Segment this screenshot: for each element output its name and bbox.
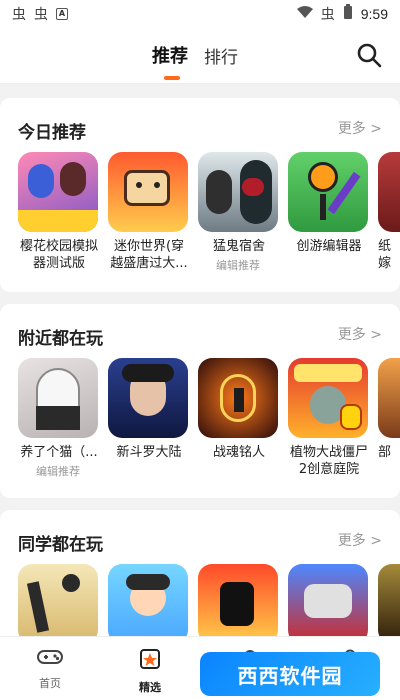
app-icon	[198, 152, 278, 232]
app-item[interactable]: 养了个猫（... 编辑推荐	[18, 358, 98, 479]
app-icon	[108, 564, 188, 644]
nav-home[interactable]: 首页	[10, 647, 90, 691]
app-item[interactable]: 迷你世界(穿越盛唐过大...	[108, 152, 188, 272]
clock: 9:59	[360, 6, 388, 22]
nav-featured[interactable]: 精选	[110, 647, 190, 695]
bug-icon: 虫	[320, 7, 335, 23]
top-bar: 推荐 排行	[0, 28, 400, 84]
app-row: 樱花校园模拟器测试版 迷你世界(穿越盛唐过大... 猛鬼宿舍 编辑推荐 创游编辑…	[18, 152, 400, 302]
app-name: 猛鬼宿舍	[212, 239, 265, 254]
app-item[interactable]	[108, 564, 188, 644]
app-icon	[18, 564, 98, 644]
section-title: 同学都在玩	[18, 535, 103, 555]
app-item[interactable]	[378, 564, 400, 644]
more-link[interactable]: 更多 >	[338, 324, 382, 344]
app-item[interactable]: 创游编辑器	[288, 152, 368, 255]
a-icon: A	[56, 8, 68, 20]
app-row: 养了个猫（... 编辑推荐 新斗罗大陆 战魂铭人 植物大战僵尸2创意庭院 部	[18, 358, 400, 508]
app-icon	[378, 564, 400, 644]
gamepad-icon	[10, 647, 90, 671]
app-item[interactable]: 部	[378, 358, 400, 461]
app-item[interactable]: 战魂铭人	[198, 358, 278, 461]
app-icon	[378, 152, 400, 232]
editor-pick-tag: 编辑推荐	[36, 465, 80, 478]
app-icon	[288, 564, 368, 644]
bug-icon: 虫	[12, 7, 26, 23]
app-item[interactable]: 纸嫁	[378, 152, 400, 272]
watermark-text: 西西软件园	[237, 663, 343, 688]
section-nearby: 附近都在玩 更多 > 养了个猫（... 编辑推荐 新斗罗大陆 战魂铭人 植物大战…	[0, 304, 400, 498]
app-name: 纸嫁	[378, 239, 392, 271]
status-bar: 虫 虫 A 虫 9:59	[0, 0, 400, 28]
app-item[interactable]	[18, 564, 98, 644]
app-item[interactable]: 植物大战僵尸2创意庭院	[288, 358, 368, 478]
more-link[interactable]: 更多 >	[338, 530, 382, 550]
search-icon[interactable]	[356, 42, 382, 68]
app-icon	[198, 564, 278, 644]
app-icon	[18, 358, 98, 438]
app-name: 樱花校园模拟器测试版	[19, 239, 98, 271]
app-name: 迷你世界(穿越盛唐过大...	[110, 239, 188, 271]
site-watermark: 西西软件园	[200, 652, 380, 696]
app-icon	[378, 358, 400, 438]
app-item[interactable]: 新斗罗大陆	[108, 358, 188, 461]
editor-pick-tag: 编辑推荐	[216, 259, 260, 272]
app-name: 创游编辑器	[296, 239, 362, 254]
tab-rank[interactable]: 排行	[204, 43, 238, 68]
tab-recommend-label: 推荐	[152, 46, 188, 67]
app-icon	[18, 152, 98, 232]
nav-label: 首页	[39, 677, 61, 690]
app-name: 部	[378, 445, 392, 460]
app-icon	[198, 358, 278, 438]
app-icon	[108, 358, 188, 438]
app-icon	[288, 358, 368, 438]
section-title: 附近都在玩	[18, 329, 103, 349]
app-icon	[288, 152, 368, 232]
section-today-recommend: 今日推荐 更多 > 樱花校园模拟器测试版 迷你世界(穿越盛唐过大... 猛鬼宿舍…	[0, 98, 400, 292]
wifi-icon	[296, 5, 313, 23]
tab-recommend[interactable]: 推荐	[152, 42, 188, 80]
tab-rank-label: 排行	[204, 48, 238, 68]
featured-icon	[110, 647, 190, 675]
nav-label: 精选	[139, 681, 161, 694]
app-name: 战魂铭人	[212, 445, 265, 460]
bug-icon: 虫	[34, 7, 48, 23]
section-classmates: 同学都在玩 更多 >	[0, 510, 400, 650]
section-title: 今日推荐	[18, 123, 86, 143]
app-item[interactable]	[198, 564, 278, 644]
app-icon	[108, 152, 188, 232]
active-tab-indicator	[164, 76, 180, 80]
more-link[interactable]: 更多 >	[338, 118, 382, 138]
app-name: 养了个猫（...	[20, 445, 98, 460]
app-name: 新斗罗大陆	[116, 445, 182, 460]
app-item[interactable]: 猛鬼宿舍 编辑推荐	[198, 152, 278, 273]
battery-icon	[343, 4, 353, 24]
app-item[interactable]	[288, 564, 368, 644]
app-name: 植物大战僵尸2创意庭院	[289, 445, 368, 477]
app-item[interactable]: 樱花校园模拟器测试版	[18, 152, 98, 272]
